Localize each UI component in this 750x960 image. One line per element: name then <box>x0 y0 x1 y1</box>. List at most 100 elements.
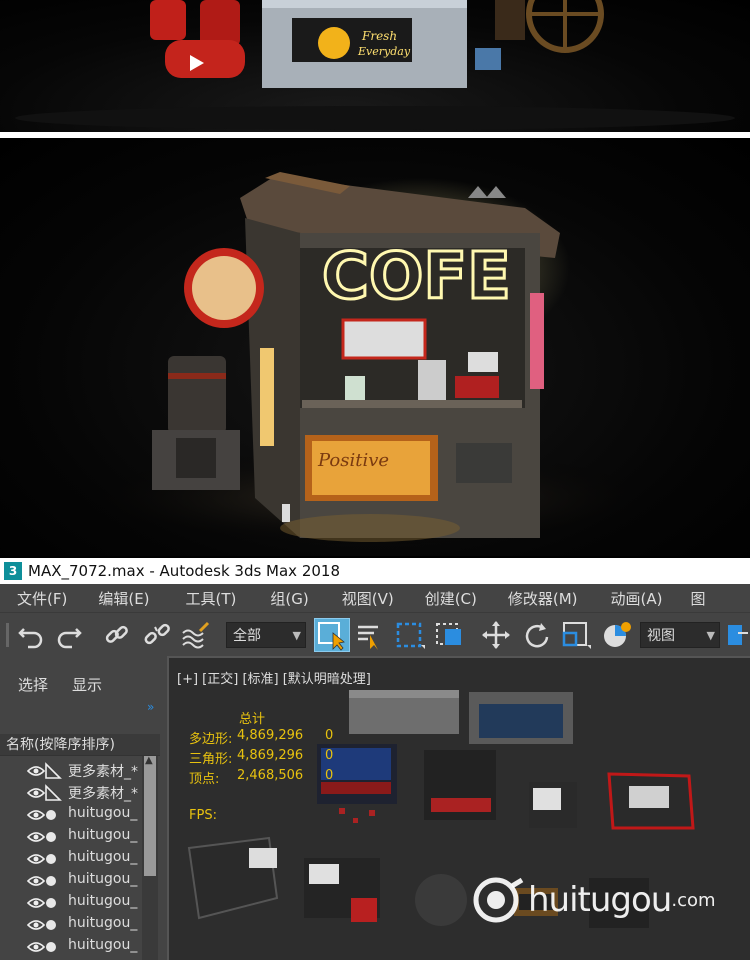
stats-vertices-label: 顶点: <box>189 772 220 787</box>
scene-item-name: huitugou_ <box>68 915 138 931</box>
scene-explorer-tabs: 选择 显示 <box>0 670 167 700</box>
reference-coordinate-value: 视图 <box>647 628 675 644</box>
scene-list-item[interactable]: huitugou_ <box>0 826 160 848</box>
coffee-kiosk-render-image: COFE Positive <box>70 172 670 548</box>
menu-graph-editors[interactable]: 图 <box>691 588 706 609</box>
select-by-name-icon[interactable] <box>354 619 384 651</box>
scrollbar-thumb[interactable] <box>144 756 156 876</box>
menu-bar: 文件(F) 编辑(E) 工具(T) 组(G) 视图(V) 创建(C) 修改器(M… <box>0 584 750 612</box>
redo-icon[interactable] <box>54 619 84 651</box>
scene-list-item[interactable]: 更多素材_* <box>0 760 160 782</box>
visibility-eye-icon[interactable] <box>27 941 45 953</box>
scene-explorer-panel: 选择 显示 » 名称(按降序排序) 更多素材_* 更多素材_* huitugou… <box>0 656 167 960</box>
scene-list-item[interactable]: huitugou_ <box>0 892 160 914</box>
helper-triangle-icon <box>45 784 62 801</box>
scene-item-name: huitugou_ <box>68 827 138 843</box>
scene-item-name: huitugou_ <box>68 805 138 821</box>
watermark-brand: huitugou <box>528 880 672 920</box>
window-crossing-icon[interactable] <box>434 619 466 651</box>
reference-coordinate-dropdown[interactable]: 视图 ▼ <box>640 622 720 648</box>
render-preview-main: COFE Positive <box>0 138 750 556</box>
watermark: huitugou .com <box>472 876 716 924</box>
rectangular-selection-icon[interactable] <box>394 619 426 651</box>
scene-item-name: 更多素材_* <box>68 764 138 780</box>
menu-edit[interactable]: 编辑(E) <box>98 588 149 609</box>
menu-animation[interactable]: 动画(A) <box>611 588 663 609</box>
neon-sign-text: COFE <box>322 240 511 314</box>
window-titlebar: 3 MAX_7072.max - Autodesk 3ds Max 2018 <box>0 558 750 584</box>
render-preview-top: Fresh Everyday <box>0 0 750 132</box>
selection-filter-value: 全部 <box>233 628 261 644</box>
visibility-eye-icon[interactable] <box>27 831 45 843</box>
visibility-eye-icon[interactable] <box>27 897 45 909</box>
stats-triangles-label: 三角形: <box>189 752 233 767</box>
geometry-dot-icon <box>46 942 56 952</box>
visibility-eye-icon[interactable] <box>27 809 45 821</box>
svg-text:Everyday: Everyday <box>357 45 411 58</box>
geometry-dot-icon <box>46 854 56 864</box>
chevron-down-icon: ▼ <box>706 629 715 642</box>
select-object-icon <box>318 622 345 651</box>
scene-list-scrollbar[interactable]: ▲ <box>142 755 158 960</box>
menu-tools[interactable]: 工具(T) <box>186 588 237 609</box>
visibility-eye-icon[interactable] <box>27 875 45 887</box>
rotate-icon[interactable] <box>520 619 552 651</box>
select-object-button[interactable] <box>314 618 350 652</box>
geometry-dot-icon <box>46 898 56 908</box>
pivot-icon[interactable] <box>726 619 750 651</box>
visibility-eye-icon[interactable] <box>27 765 45 777</box>
bind-space-warp-icon[interactable] <box>180 619 212 651</box>
svg-text:Fresh: Fresh <box>361 29 397 43</box>
visibility-eye-icon[interactable] <box>27 853 45 865</box>
expand-chevron-icon[interactable]: » <box>147 700 154 714</box>
stats-polygons-label: 多边形: <box>189 732 233 747</box>
chevron-down-icon: ▼ <box>292 629 301 642</box>
scene-list-item[interactable]: huitugou_ <box>0 870 160 892</box>
viewport-orthographic[interactable]: [+] [正交] [标准] [默认明暗处理] 总计 多边形: 4,869,296… <box>167 656 750 960</box>
stats-vertices-selected: 0 <box>325 768 334 783</box>
unlink-icon[interactable] <box>142 619 172 651</box>
scene-list-item[interactable]: huitugou_ <box>0 936 160 958</box>
3dsmax-logo-icon: 3 <box>4 562 22 580</box>
geometry-dot-icon <box>46 920 56 930</box>
scene-list-item[interactable]: 更多素材_* <box>0 782 160 804</box>
geometry-dot-icon <box>46 810 56 820</box>
visibility-eye-icon[interactable] <box>27 919 45 931</box>
window-title: MAX_7072.max - Autodesk 3ds Max 2018 <box>28 562 340 580</box>
undo-icon[interactable] <box>16 619 46 651</box>
toolbar-grip[interactable] <box>4 619 12 651</box>
scale-icon[interactable] <box>560 619 592 651</box>
menu-group[interactable]: 组(G) <box>270 588 308 609</box>
svg-text:Positive: Positive <box>317 450 389 471</box>
scene-item-name: huitugou_ <box>68 937 138 953</box>
scene-list-item[interactable]: huitugou_ <box>0 848 160 870</box>
stats-triangles-total: 4,869,296 <box>237 748 304 763</box>
menu-create[interactable]: 创建(C) <box>425 588 477 609</box>
stats-polygons-selected: 0 <box>325 728 334 743</box>
move-icon[interactable] <box>480 619 512 651</box>
name-column-header[interactable]: 名称(按降序排序) <box>0 734 160 756</box>
menu-modifiers[interactable]: 修改器(M) <box>508 588 578 609</box>
link-icon[interactable] <box>102 619 132 651</box>
geometry-dot-icon <box>46 876 56 886</box>
scene-item-name: huitugou_ <box>68 893 138 909</box>
scroll-up-icon[interactable]: ▲ <box>145 755 153 766</box>
tab-select[interactable]: 选择 <box>18 674 48 695</box>
menu-file[interactable]: 文件(F) <box>17 588 67 609</box>
fps-label: FPS: <box>189 808 217 823</box>
stats-vertices-total: 2,468,506 <box>237 768 304 783</box>
selection-filter-dropdown[interactable]: 全部 ▼ <box>226 622 306 648</box>
placement-icon[interactable] <box>600 619 634 651</box>
scene-list-item[interactable]: huitugou_ <box>0 804 160 826</box>
tab-display[interactable]: 显示 <box>72 674 102 695</box>
scene-item-name: 更多素材_* <box>68 786 138 802</box>
menu-views[interactable]: 视图(V) <box>342 588 394 609</box>
stats-header: 总计 <box>239 712 266 727</box>
scene-item-name: huitugou_ <box>68 849 138 865</box>
scene-list-item[interactable]: huitugou_ <box>0 914 160 936</box>
watermark-logo-icon <box>473 877 524 923</box>
visibility-eye-icon[interactable] <box>27 787 45 799</box>
watermark-domain: .com <box>671 889 716 911</box>
scene-item-name: huitugou_ <box>68 871 138 887</box>
geometry-dot-icon <box>46 832 56 842</box>
